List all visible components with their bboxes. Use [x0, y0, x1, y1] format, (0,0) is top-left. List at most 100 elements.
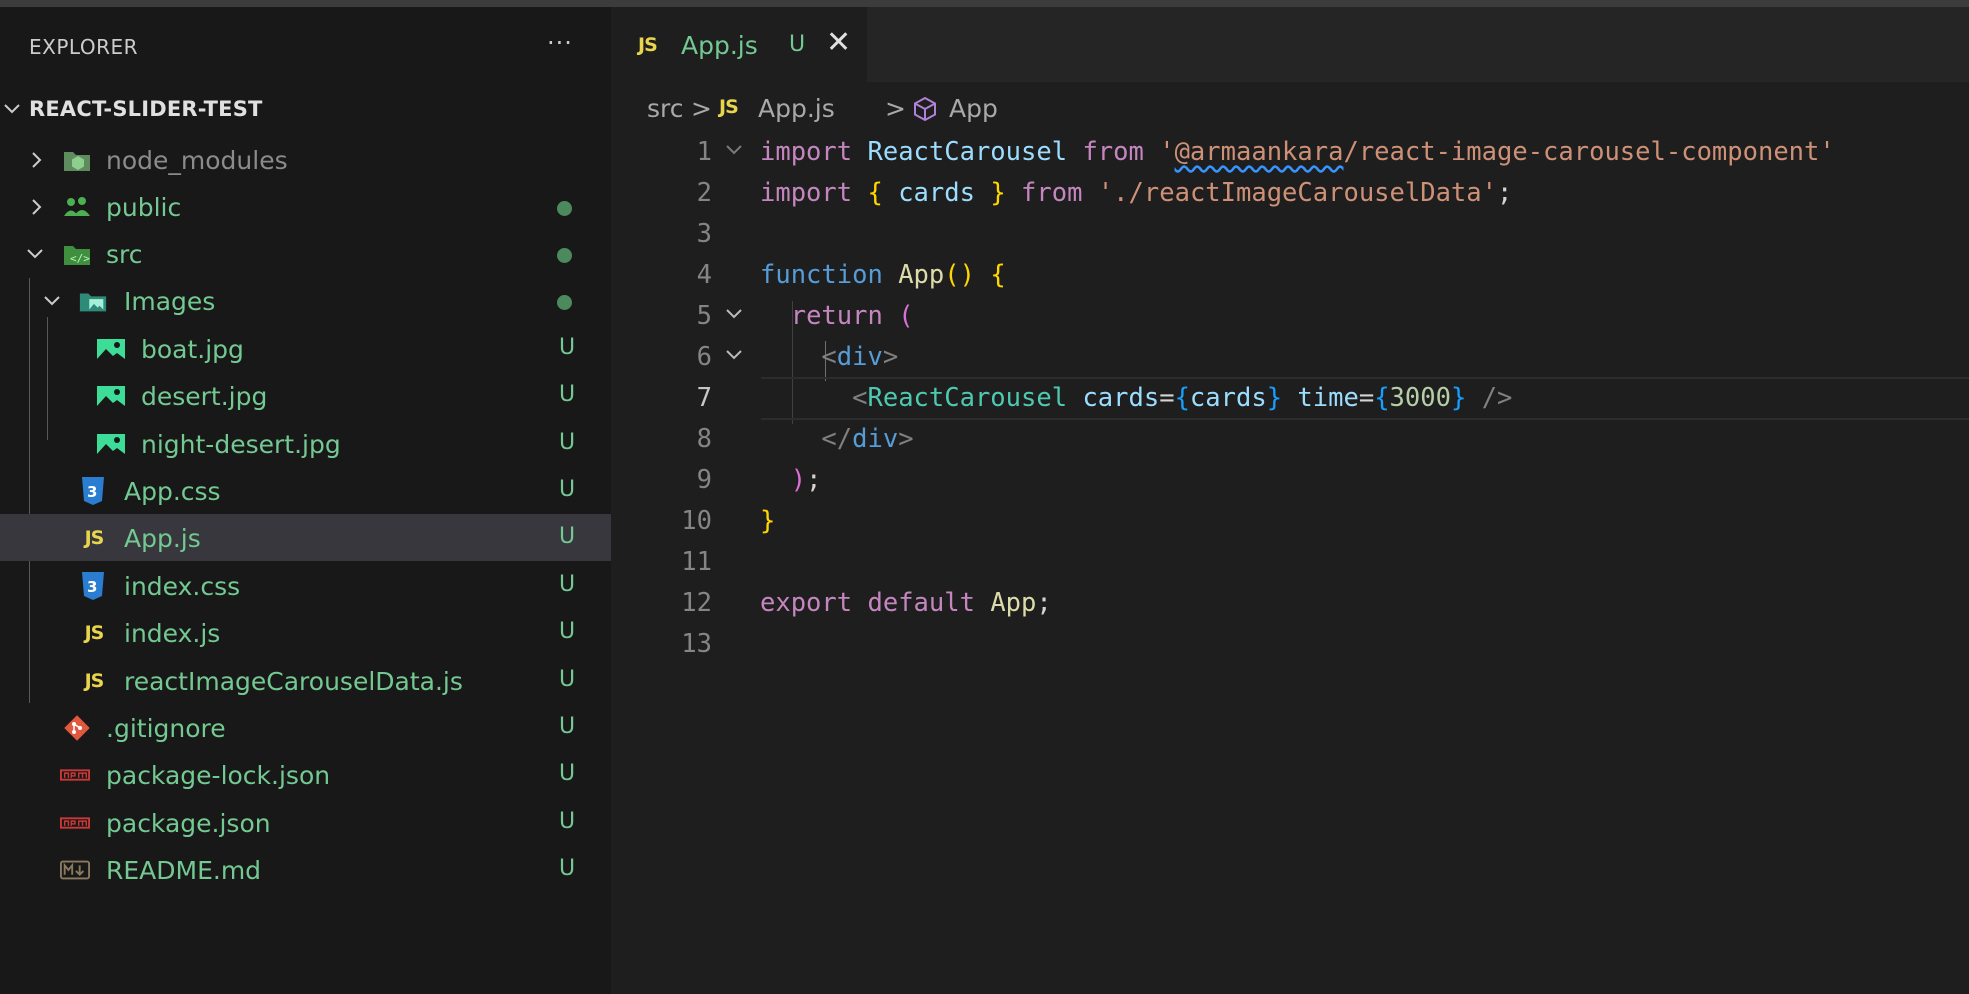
breadcrumb-file[interactable]: App.js — [758, 94, 835, 123]
fold-chevron-icon[interactable] — [723, 303, 745, 325]
tree-item-node-modules[interactable]: node_modules — [0, 136, 611, 183]
untracked-badge: U — [559, 619, 576, 644]
code-text: ); — [790, 465, 822, 495]
image-file-icon — [96, 335, 126, 363]
code-line-12: 12 export default App; — [611, 582, 1969, 623]
breadcrumb-symbol[interactable]: App — [949, 94, 998, 123]
chevron-right-icon: > — [691, 94, 712, 123]
tree-item-package-lock-json[interactable]: package-lock.json U — [0, 751, 611, 798]
modified-dot — [557, 201, 572, 216]
line-number: 11 — [681, 547, 712, 577]
tree-item-src[interactable]: </> src — [0, 230, 611, 277]
untracked-badge: U — [559, 382, 576, 407]
tab-bar: JS App.js U ✕ — [611, 7, 1969, 82]
image-file-icon — [96, 382, 126, 410]
js-file-icon: JS — [84, 622, 105, 644]
line-number: 7 — [696, 383, 712, 413]
untracked-badge: U — [559, 856, 576, 881]
tree-item-label: src — [106, 240, 143, 269]
project-root-folder[interactable]: REACT-SLIDER-TEST — [0, 89, 611, 129]
code-text: <div> — [821, 342, 899, 372]
js-file-icon: JS — [719, 96, 739, 118]
node-folder-icon — [62, 146, 92, 174]
tree-item-app-css[interactable]: 3 App.css U — [0, 467, 611, 514]
svg-text:3: 3 — [87, 483, 97, 501]
tree-item-react-image-carousel-data-js[interactable]: JS reactImageCarouselData.js U — [0, 657, 611, 704]
code-text: <ReactCarousel cards={cards} time={3000}… — [852, 383, 1513, 413]
untracked-badge: U — [559, 524, 576, 549]
tree-item-package-json[interactable]: package.json U — [0, 799, 611, 846]
more-actions-icon[interactable]: ··· — [547, 29, 573, 57]
modified-dot — [557, 295, 572, 310]
tree-item-index-css[interactable]: 3 index.css U — [0, 562, 611, 609]
css-file-icon: 3 — [78, 477, 108, 505]
line-number: 12 — [681, 588, 712, 618]
tab-app-js[interactable]: JS App.js U ✕ — [611, 7, 867, 82]
code-text: import ReactCarousel from '@armaankara/r… — [760, 137, 1835, 167]
code-text: return ( — [790, 301, 914, 331]
npm-file-icon — [60, 761, 90, 789]
explorer-sidebar: EXPLORER ··· REACT-SLIDER-TEST node_modu… — [0, 7, 611, 994]
title-bar-strip — [0, 0, 1969, 7]
code-line-8: 8 </div> — [611, 418, 1969, 459]
tree-item-label: Images — [124, 287, 216, 316]
line-number: 9 — [696, 465, 712, 495]
untracked-badge: U — [789, 32, 806, 57]
untracked-badge: U — [559, 572, 576, 597]
untracked-badge: U — [559, 667, 576, 692]
tree-item-label: night-desert.jpg — [141, 430, 341, 459]
line-number: 5 — [696, 301, 712, 331]
tree-item-label: reactImageCarouselData.js — [124, 667, 463, 696]
code-line-7-current: 7 <ReactCarousel cards={cards} time={300… — [611, 377, 1969, 420]
src-folder-icon: </> — [62, 240, 92, 268]
public-folder-icon — [62, 193, 92, 221]
tree-item-public[interactable]: public — [0, 183, 611, 230]
line-number: 3 — [696, 219, 712, 249]
code-line-11: 11 — [611, 541, 1969, 582]
tree-item-index-js[interactable]: JS index.js U — [0, 609, 611, 656]
tree-item-readme-md[interactable]: README.md U — [0, 846, 611, 893]
breadcrumb-folder[interactable]: src — [647, 94, 684, 123]
code-line-3: 3 — [611, 213, 1969, 254]
tree-item-gitignore[interactable]: .gitignore U — [0, 704, 611, 751]
tab-label: App.js — [681, 31, 758, 60]
tree-item-desert-jpg[interactable]: desert.jpg U — [0, 372, 611, 419]
tree-item-label: .gitignore — [106, 714, 226, 743]
code-line-2: 2 import { cards } from './reactImageCar… — [611, 172, 1969, 213]
tree-item-label: desert.jpg — [141, 382, 268, 411]
symbol-class-icon — [914, 96, 936, 122]
line-number: 10 — [681, 506, 712, 536]
tree-item-images[interactable]: Images — [0, 277, 611, 324]
code-line-13: 13 — [611, 623, 1969, 664]
chevron-right-icon: > — [885, 94, 906, 123]
explorer-title: EXPLORER — [29, 35, 138, 59]
markdown-file-icon — [60, 856, 90, 884]
npm-file-icon — [60, 809, 90, 837]
css-file-icon: 3 — [78, 572, 108, 600]
chevron-right-icon — [32, 152, 42, 168]
chevron-down-icon — [44, 296, 60, 306]
code-line-6: 6 <div> — [611, 336, 1969, 377]
js-file-icon: JS — [638, 34, 658, 56]
image-file-icon — [96, 430, 126, 458]
editor-area: JS App.js U ✕ src > JS App.js > App 1 im… — [611, 7, 1969, 994]
close-icon[interactable]: ✕ — [826, 25, 851, 60]
untracked-badge: U — [559, 335, 576, 360]
chevron-right-icon — [32, 199, 42, 215]
fold-chevron-icon[interactable] — [723, 139, 745, 161]
tree-item-night-desert-jpg[interactable]: night-desert.jpg U — [0, 420, 611, 467]
code-text: </div> — [821, 424, 914, 454]
code-text: function App() { — [760, 260, 1006, 290]
tree-item-app-js[interactable]: JS App.js U — [0, 514, 611, 561]
untracked-badge: U — [559, 761, 576, 786]
tree-item-boat-jpg[interactable]: boat.jpg U — [0, 325, 611, 372]
tree-item-label: index.js — [124, 619, 221, 648]
line-number: 13 — [681, 629, 712, 659]
code-line-4: 4 function App() { — [611, 254, 1969, 295]
code-line-1: 1 import ReactCarousel from '@armaankara… — [611, 131, 1969, 172]
tree-item-label: package-lock.json — [106, 761, 331, 790]
tree-item-label: node_modules — [106, 146, 288, 175]
fold-chevron-icon[interactable] — [723, 344, 745, 366]
js-file-icon: JS — [84, 527, 105, 549]
untracked-badge: U — [559, 714, 576, 739]
